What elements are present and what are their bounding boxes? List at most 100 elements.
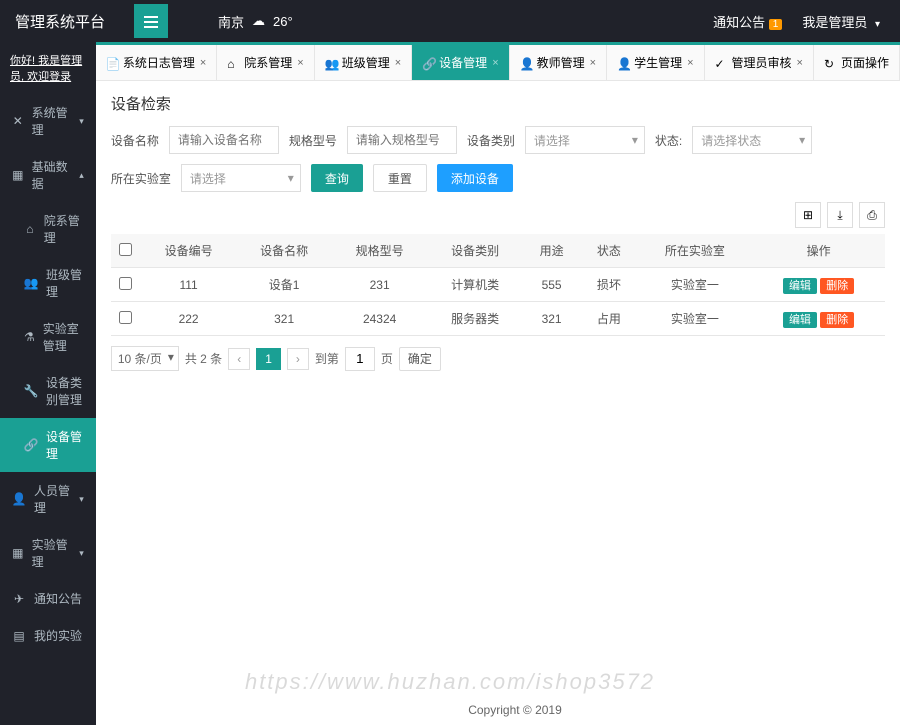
page-1-button[interactable]: 1: [256, 348, 281, 370]
select-all-checkbox[interactable]: [119, 243, 132, 256]
user-menu[interactable]: 我是管理员 ▾: [802, 12, 880, 31]
content-area: 📄系统日志管理× ⌂院系管理× 👥班级管理× 🔗设备管理× 👤教师管理× 👤学生…: [96, 42, 900, 725]
home-icon: ⌂: [227, 57, 239, 69]
table-row: 222 321 24324 服务器类 321 占用 实验室一 编辑 删除: [111, 302, 885, 336]
date-icon: ▦: [12, 168, 24, 182]
weather-city: 南京: [218, 12, 244, 31]
cell-category: 计算机类: [427, 268, 523, 302]
panel-title: 设备检索: [111, 93, 885, 114]
tab-bar: 📄系统日志管理× ⌂院系管理× 👥班级管理× 🔗设备管理× 👤教师管理× 👤学生…: [96, 45, 900, 81]
nav-dept-manage[interactable]: ⌂ 院系管理: [0, 202, 96, 256]
device-table: 设备编号 设备名称 规格型号 设备类别 用途 状态 所在实验室 操作 111 设…: [111, 234, 885, 336]
users-icon: 👥: [325, 57, 337, 69]
page-size-select[interactable]: 10 条/页: [111, 346, 179, 371]
reset-button[interactable]: 重置: [373, 164, 427, 192]
nav-notice[interactable]: ✈ 通知公告: [0, 580, 96, 617]
cell-status: 损坏: [580, 268, 637, 302]
file-icon: 📄: [106, 57, 118, 69]
goto-label: 到第: [315, 350, 339, 367]
category-select[interactable]: 请选择: [525, 126, 645, 154]
chevron-down-icon: ▾: [875, 19, 880, 30]
nav-my-experiment[interactable]: ▤ 我的实验: [0, 617, 96, 654]
tab-teacher[interactable]: 👤教师管理×: [510, 45, 607, 80]
nav-lab-manage[interactable]: ⚗ 实验室管理: [0, 310, 96, 364]
menu-toggle-button[interactable]: [134, 4, 168, 38]
notice-link[interactable]: 通知公告 1: [713, 12, 782, 31]
columns-button[interactable]: ⊞: [795, 202, 821, 228]
close-icon[interactable]: ×: [492, 57, 498, 69]
nav-device-manage[interactable]: 🔗 设备管理: [0, 418, 96, 472]
total-count: 共 2 条: [185, 350, 222, 367]
tab-syslog[interactable]: 📄系统日志管理×: [96, 45, 217, 80]
lab-select[interactable]: 请选择: [181, 164, 301, 192]
col-spec: 规格型号: [332, 234, 428, 268]
tab-student[interactable]: 👤学生管理×: [607, 45, 704, 80]
close-icon[interactable]: ×: [395, 57, 401, 69]
check-icon: ✓: [715, 57, 727, 69]
category-label: 设备类别: [467, 132, 515, 149]
close-icon[interactable]: ×: [797, 57, 803, 69]
list-icon: ▤: [12, 629, 26, 643]
delete-button[interactable]: 删除: [820, 278, 854, 294]
tab-class[interactable]: 👥班级管理×: [315, 45, 412, 80]
delete-button[interactable]: 删除: [820, 312, 854, 328]
cell-spec: 231: [332, 268, 428, 302]
status-select[interactable]: 请选择状态: [692, 126, 812, 154]
table-row: 111 设备1 231 计算机类 555 损坏 实验室一 编辑 删除: [111, 268, 885, 302]
cell-spec: 24324: [332, 302, 428, 336]
cell-id: 111: [141, 268, 237, 302]
page-ops-menu[interactable]: ↻页面操作: [814, 45, 900, 80]
col-actions: 操作: [752, 234, 885, 268]
goto-confirm-button[interactable]: 确定: [399, 347, 441, 371]
calendar-icon: ▦: [12, 546, 24, 560]
close-icon[interactable]: ×: [297, 57, 303, 69]
wrench-icon: 🔧: [24, 384, 38, 398]
spec-input[interactable]: [347, 126, 457, 154]
close-icon[interactable]: ×: [200, 57, 206, 69]
edit-button[interactable]: 编辑: [783, 278, 817, 294]
nav-people-manage[interactable]: 👤 人员管理 ▾: [0, 472, 96, 526]
nav-system-manage[interactable]: ✕ 系统管理 ▾: [0, 94, 96, 148]
spec-label: 规格型号: [289, 132, 337, 149]
row-checkbox[interactable]: [119, 277, 132, 290]
export-button[interactable]: ⤓: [827, 202, 853, 228]
prev-page-button[interactable]: ‹: [228, 348, 250, 370]
user-icon: 👤: [12, 492, 26, 506]
edit-button[interactable]: 编辑: [783, 312, 817, 328]
nav-class-manage[interactable]: 👥 班级管理: [0, 256, 96, 310]
chevron-down-icon: ▾: [79, 548, 84, 559]
chevron-up-icon: ▴: [79, 170, 84, 181]
send-icon: ✈: [12, 592, 26, 606]
gear-icon: ✕: [12, 114, 24, 128]
row-checkbox[interactable]: [119, 311, 132, 324]
tab-device[interactable]: 🔗设备管理×: [412, 45, 509, 80]
link-icon: 🔗: [24, 438, 38, 452]
nav-device-category[interactable]: 🔧 设备类别管理: [0, 364, 96, 418]
link-icon: 🔗: [422, 57, 434, 69]
hamburger-icon: [143, 13, 159, 29]
add-device-button[interactable]: 添加设备: [437, 164, 513, 192]
lab-label: 所在实验室: [111, 170, 171, 187]
device-name-input[interactable]: [169, 126, 279, 154]
cell-name: 设备1: [236, 268, 332, 302]
nav-base-data[interactable]: ▦ 基础数据 ▴: [0, 148, 96, 202]
page-label: 页: [381, 350, 393, 367]
export-icon: ⤓: [837, 208, 842, 223]
nav-experiment-manage[interactable]: ▦ 实验管理 ▾: [0, 526, 96, 580]
print-button[interactable]: ⎙: [859, 202, 885, 228]
chevron-down-icon: ▾: [79, 494, 84, 505]
cloud-icon: ☁: [252, 13, 265, 29]
tab-dept[interactable]: ⌂院系管理×: [217, 45, 314, 80]
close-icon[interactable]: ×: [590, 57, 596, 69]
cell-use: 555: [523, 268, 580, 302]
close-icon[interactable]: ×: [687, 57, 693, 69]
goto-page-input[interactable]: [345, 347, 375, 371]
search-button[interactable]: 查询: [311, 164, 363, 192]
tab-admin-audit[interactable]: ✓管理员审核×: [705, 45, 814, 80]
next-page-button[interactable]: ›: [287, 348, 309, 370]
col-use: 用途: [523, 234, 580, 268]
user-icon: 👤: [520, 57, 532, 69]
users-icon: 👥: [24, 276, 38, 290]
cell-lab: 实验室一: [638, 302, 753, 336]
notice-badge: 1: [769, 19, 783, 30]
